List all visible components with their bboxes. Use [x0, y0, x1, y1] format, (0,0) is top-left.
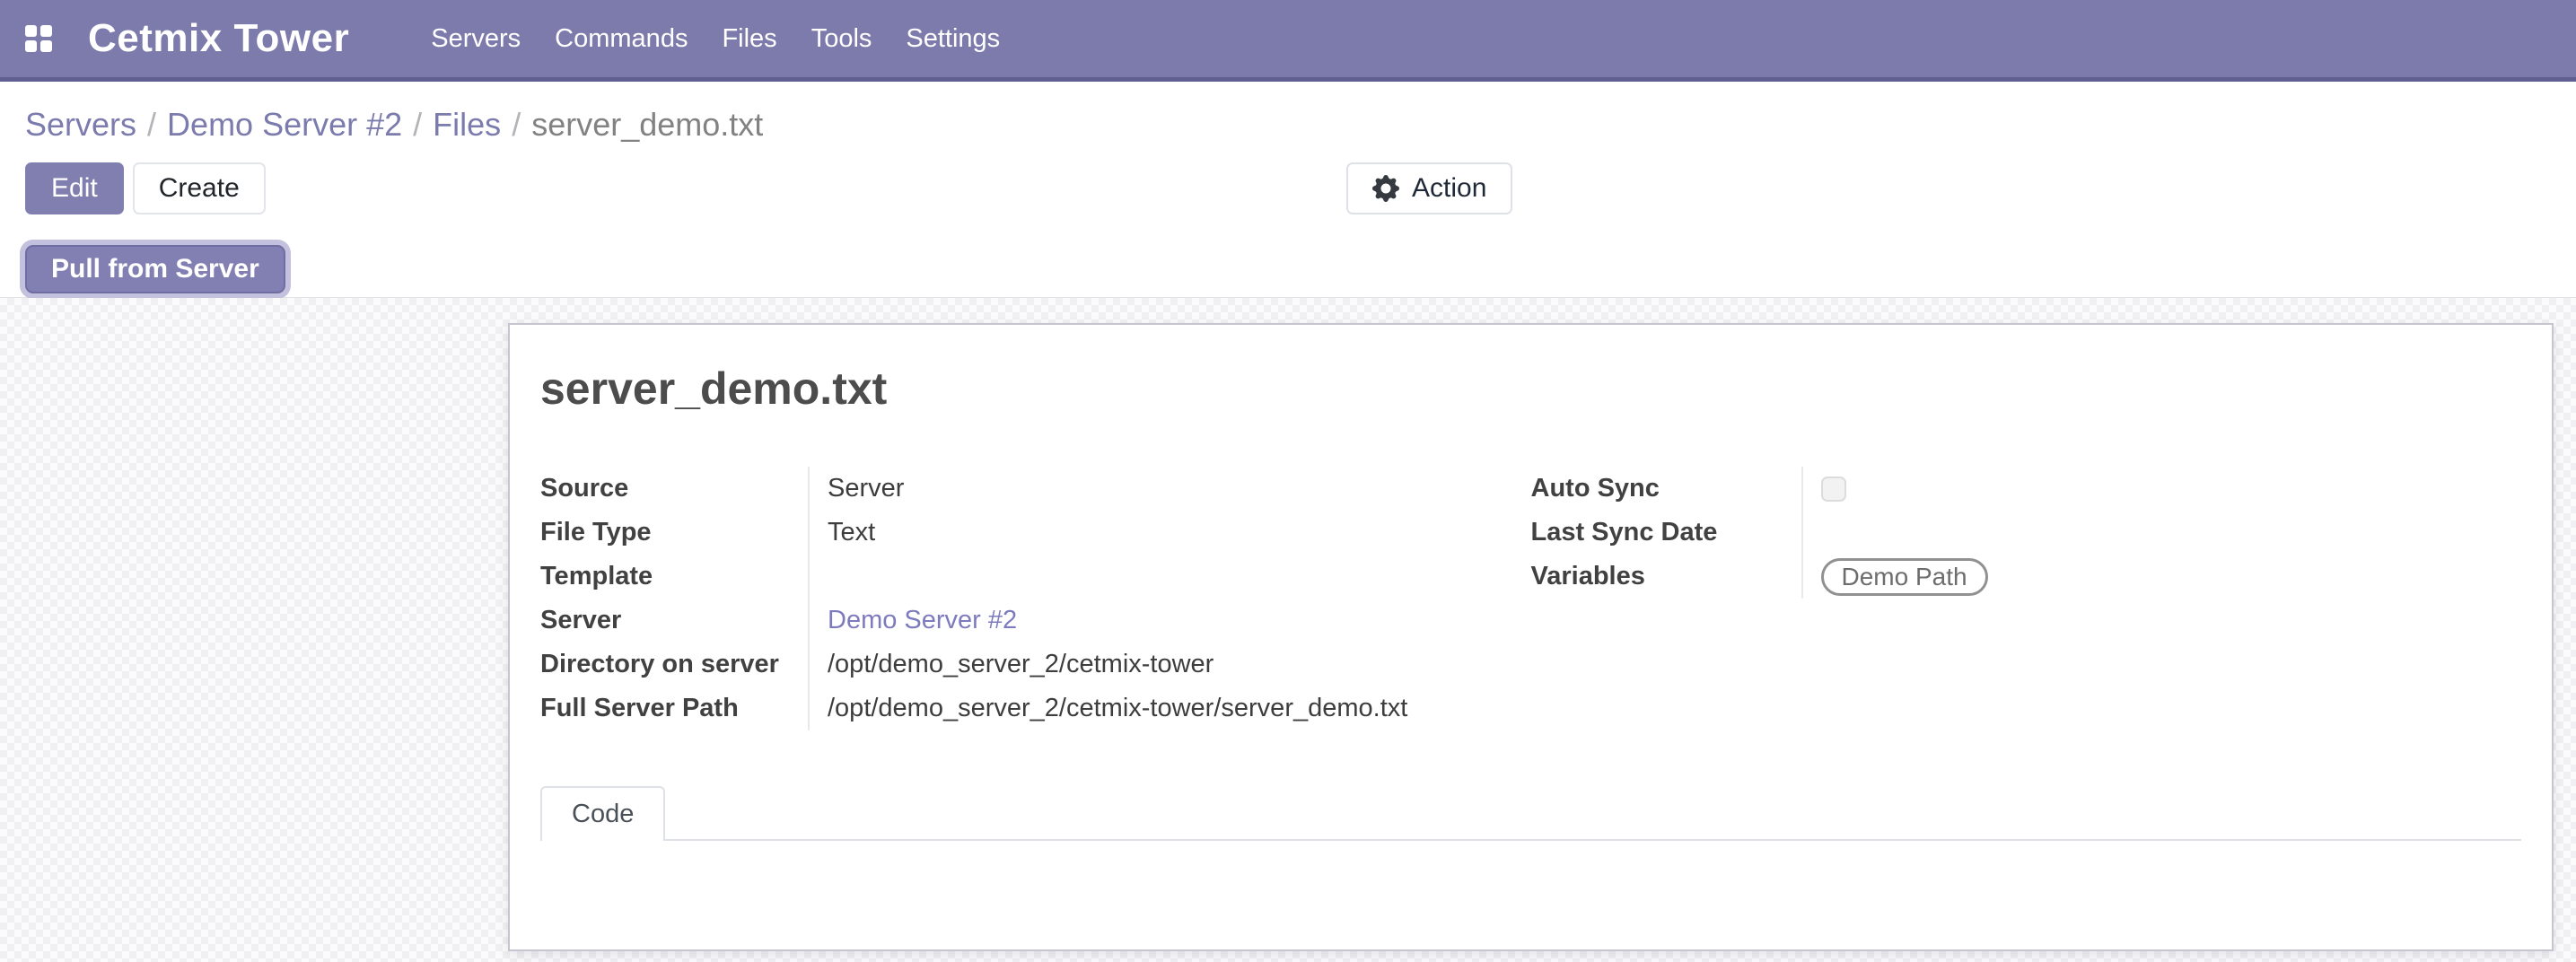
field-label-template: Template	[540, 562, 808, 591]
field-label-auto-sync: Auto Sync	[1531, 474, 1801, 503]
field-row-template: Template	[540, 555, 1531, 599]
top-navbar: Cetmix Tower Servers Commands Files Tool…	[0, 0, 2576, 82]
auto-sync-checkbox[interactable]	[1821, 477, 1846, 502]
menu-item-tools[interactable]: Tools	[794, 4, 889, 74]
menu-item-servers[interactable]: Servers	[414, 4, 538, 74]
menu-item-settings[interactable]: Settings	[889, 4, 1017, 74]
field-value-auto-sync	[1801, 467, 2522, 511]
field-label-variables: Variables	[1531, 562, 1801, 591]
apps-grid-icon[interactable]	[25, 25, 52, 52]
field-groups: Source Server File Type Text Template Se…	[540, 467, 2521, 730]
field-value-directory-on-server: /opt/demo_server_2/cetmix-tower	[808, 643, 1531, 687]
field-label-file-type: File Type	[540, 518, 808, 547]
notebook: Code	[540, 786, 2521, 841]
field-label-directory-on-server: Directory on server	[540, 650, 808, 679]
control-panel: Servers/Demo Server #2/Files/server_demo…	[0, 82, 2576, 298]
field-value-full-server-path: /opt/demo_server_2/cetmix-tower/server_d…	[808, 687, 1531, 730]
apps-grid-square	[25, 40, 37, 52]
field-row-variables: Variables Demo Path	[1531, 555, 2522, 599]
server-record-link[interactable]: Demo Server #2	[828, 606, 1017, 635]
action-button-label: Action	[1412, 173, 1486, 204]
pull-from-server-button[interactable]: Pull from Server	[25, 245, 285, 293]
field-label-full-server-path: Full Server Path	[540, 694, 808, 723]
field-row-directory-on-server: Directory on server /opt/demo_server_2/c…	[540, 643, 1531, 687]
menu-item-files[interactable]: Files	[705, 4, 793, 74]
record-title: server_demo.txt	[540, 361, 2521, 416]
breadcrumb-files[interactable]: Files	[433, 106, 501, 143]
workflow-button-row: Pull from Server	[25, 245, 2576, 293]
app-brand-title[interactable]: Cetmix Tower	[88, 16, 349, 61]
field-value-variables: Demo Path	[1801, 555, 2522, 599]
field-row-last-sync-date: Last Sync Date	[1531, 511, 2522, 555]
breadcrumb-servers[interactable]: Servers	[25, 106, 136, 143]
breadcrumb-current-file: server_demo.txt	[531, 106, 763, 143]
field-label-server: Server	[540, 606, 808, 635]
breadcrumb-separator: /	[136, 106, 167, 143]
field-row-file-type: File Type Text	[540, 511, 1531, 555]
button-row: Edit Create Action	[25, 162, 2576, 214]
edit-button[interactable]: Edit	[25, 162, 124, 214]
field-value-template	[808, 555, 1531, 599]
form-view-background: server_demo.txt Source Server File Type …	[0, 298, 2576, 962]
field-value-last-sync-date	[1801, 511, 2522, 555]
menu-item-commands[interactable]: Commands	[538, 4, 705, 74]
field-group-right: Auto Sync Last Sync Date Variables Demo …	[1531, 467, 2522, 730]
field-row-full-server-path: Full Server Path /opt/demo_server_2/cetm…	[540, 687, 1531, 730]
breadcrumb-demo-server-2[interactable]: Demo Server #2	[167, 106, 402, 143]
breadcrumb-separator: /	[402, 106, 433, 143]
field-row-auto-sync: Auto Sync	[1531, 467, 2522, 511]
main-menu: Servers Commands Files Tools Settings	[414, 4, 1017, 74]
create-button[interactable]: Create	[133, 162, 266, 214]
apps-grid-square	[40, 40, 52, 52]
breadcrumb-separator: /	[501, 106, 531, 143]
field-label-source: Source	[540, 474, 808, 503]
field-group-left: Source Server File Type Text Template Se…	[540, 467, 1531, 730]
breadcrumb: Servers/Demo Server #2/Files/server_demo…	[25, 107, 2576, 143]
apps-grid-square	[40, 25, 52, 37]
apps-grid-square	[25, 25, 37, 37]
form-sheet: server_demo.txt Source Server File Type …	[508, 323, 2554, 951]
field-row-server: Server Demo Server #2	[540, 599, 1531, 643]
field-row-source: Source Server	[540, 467, 1531, 511]
gear-icon	[1372, 175, 1399, 202]
tab-code[interactable]: Code	[540, 786, 665, 841]
field-label-last-sync-date: Last Sync Date	[1531, 518, 1801, 547]
field-value-file-type: Text	[808, 511, 1531, 555]
action-button[interactable]: Action	[1346, 162, 1512, 214]
variable-tag[interactable]: Demo Path	[1821, 558, 1988, 596]
field-value-source: Server	[808, 467, 1531, 511]
field-value-server: Demo Server #2	[808, 599, 1531, 643]
notebook-tabs: Code	[540, 786, 2521, 841]
